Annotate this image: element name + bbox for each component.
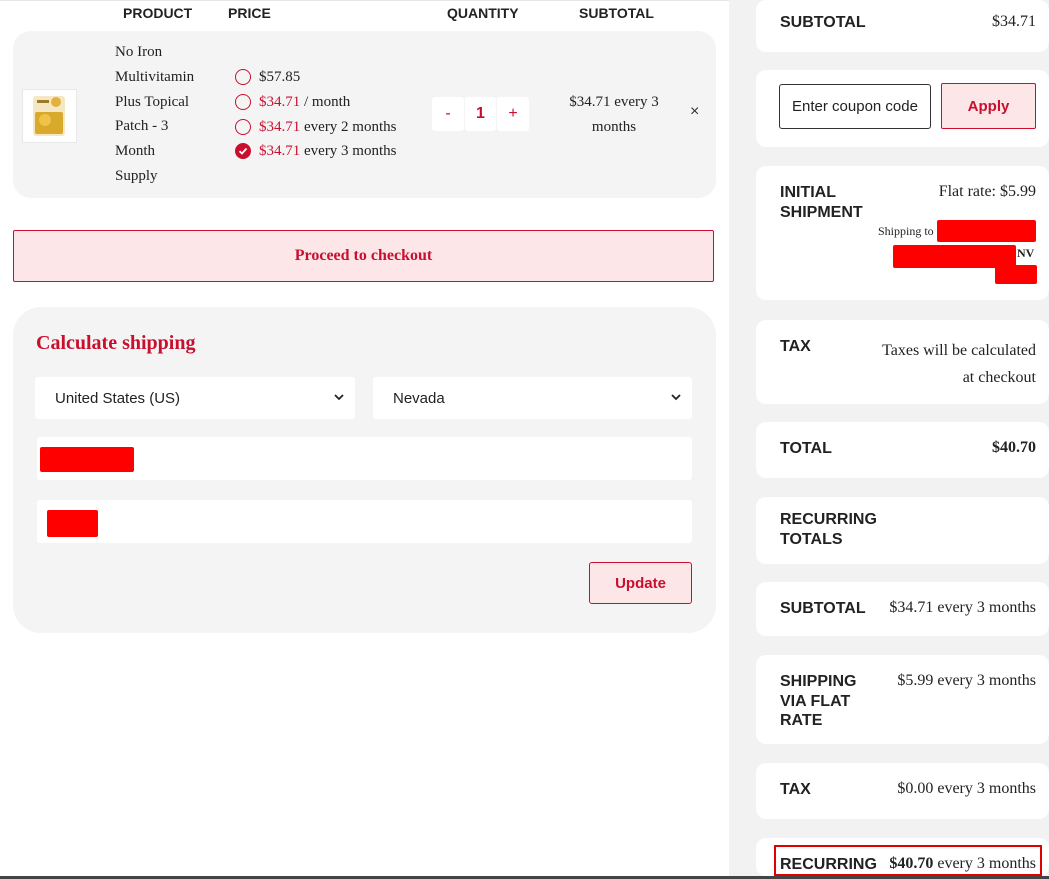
proceed-to-checkout-button[interactable]: Proceed to checkout (13, 230, 714, 282)
product-thumbnail[interactable] (22, 89, 77, 143)
coupon-code-input[interactable]: Enter coupon code (779, 84, 931, 129)
price-option-one-time[interactable]: $57.85 (235, 67, 300, 87)
column-header-quantity: QUANTITY (447, 5, 519, 21)
redacted-postcode-summary (995, 265, 1037, 284)
option-price: $57.85 (259, 68, 301, 85)
label-line: VIA FLAT (780, 692, 851, 710)
product-name[interactable]: No Iron Multivitamin Plus Topical Patch … (115, 40, 225, 189)
total-label: TOTAL (780, 440, 832, 457)
quantity-decrease-button[interactable]: - (432, 97, 464, 131)
initial-shipment-label: INITIAL SHIPMENT (780, 183, 863, 222)
option-period: / month (300, 93, 351, 110)
column-header-subtotal: SUBTOTAL (579, 5, 654, 21)
country-select[interactable]: United States (US) (35, 377, 355, 419)
city-field[interactable] (37, 437, 692, 480)
option-period: every 3 months (300, 142, 397, 159)
recurring-tax-value: $0.00 every 3 months (897, 780, 1036, 797)
chevron-down-icon (671, 394, 681, 401)
highlight-box (774, 845, 1042, 876)
state-selected: Nevada (393, 389, 445, 407)
option-price: $34.71 (259, 93, 301, 110)
recurring-shipping-value: $5.99 every 3 months (897, 672, 1036, 689)
postcode-field[interactable] (37, 500, 692, 543)
product-name-line: Supply (115, 167, 158, 184)
state-select[interactable]: Nevada (373, 377, 692, 419)
price-option-monthly[interactable]: $34.71 / month (235, 92, 350, 112)
price-option-every-3-months[interactable]: $34.71 every 3 months (235, 141, 396, 161)
chevron-down-icon (334, 394, 344, 401)
radio-icon[interactable] (235, 94, 251, 110)
flat-rate-value: Flat rate: $5.99 (938, 183, 1036, 200)
shipping-state: NV (1017, 246, 1035, 260)
remove-item-icon[interactable]: × (690, 103, 699, 121)
recurring-subtotal-label: SUBTOTAL (780, 600, 866, 617)
product-name-line: Plus Topical (115, 93, 190, 110)
item-subtotal: $34.71 every 3 months (569, 94, 659, 135)
total-value: $40.70 (992, 439, 1036, 456)
redacted-address-line-1 (937, 220, 1036, 242)
quantity-increase-button[interactable]: + (497, 97, 529, 131)
option-price: $34.71 (259, 118, 301, 135)
redacted-city (40, 447, 134, 472)
quantity-input[interactable]: 1 (465, 97, 496, 131)
recurring-totals-heading: RECURRING TOTALS (780, 510, 877, 549)
radio-checked-icon[interactable] (235, 143, 251, 159)
product-name-line: Month (115, 143, 156, 160)
label-line: INITIAL (780, 184, 836, 201)
recurring-subtotal-value: $34.71 every 3 months (889, 599, 1036, 616)
redacted-postcode (47, 510, 98, 537)
product-name-line: Patch - 3 (115, 118, 169, 135)
update-shipping-button[interactable]: Update (589, 562, 692, 604)
radio-icon[interactable] (235, 119, 251, 135)
option-price: $34.71 (259, 142, 301, 159)
radio-icon[interactable] (235, 69, 251, 85)
column-header-product: PRODUCT (123, 5, 193, 21)
shipping-calculator-title: Calculate shipping (36, 332, 196, 354)
tax-note-line: at checkout (962, 369, 1036, 386)
recurring-shipping-label: SHIPPING VIA FLAT RATE (780, 672, 856, 731)
shipping-to-text: Shipping to (878, 224, 934, 238)
subtotal-value: $34.71 (992, 13, 1036, 30)
product-name-line: No Iron (115, 44, 163, 60)
column-header-price: PRICE (228, 5, 271, 21)
label-line: SHIPPING (780, 673, 857, 690)
option-period: every 2 months (300, 118, 397, 135)
label-line: SHIPMENT (780, 203, 863, 221)
tax-note: Taxes will be calculated at checkout (882, 337, 1036, 391)
product-name-line: Multivitamin (115, 68, 195, 85)
tax-note-line: Taxes will be calculated (882, 342, 1036, 359)
label-line: RECURRING (780, 511, 877, 528)
subtotal-label: SUBTOTAL (780, 14, 866, 31)
price-option-every-2-months[interactable]: $34.71 every 2 months (235, 117, 396, 137)
recurring-tax-label: TAX (780, 781, 811, 798)
country-selected: United States (US) (55, 389, 181, 407)
label-line: RATE (780, 712, 823, 729)
apply-coupon-button[interactable]: Apply (941, 83, 1036, 129)
tax-label: TAX (780, 338, 811, 355)
label-line: TOTALS (780, 530, 843, 548)
